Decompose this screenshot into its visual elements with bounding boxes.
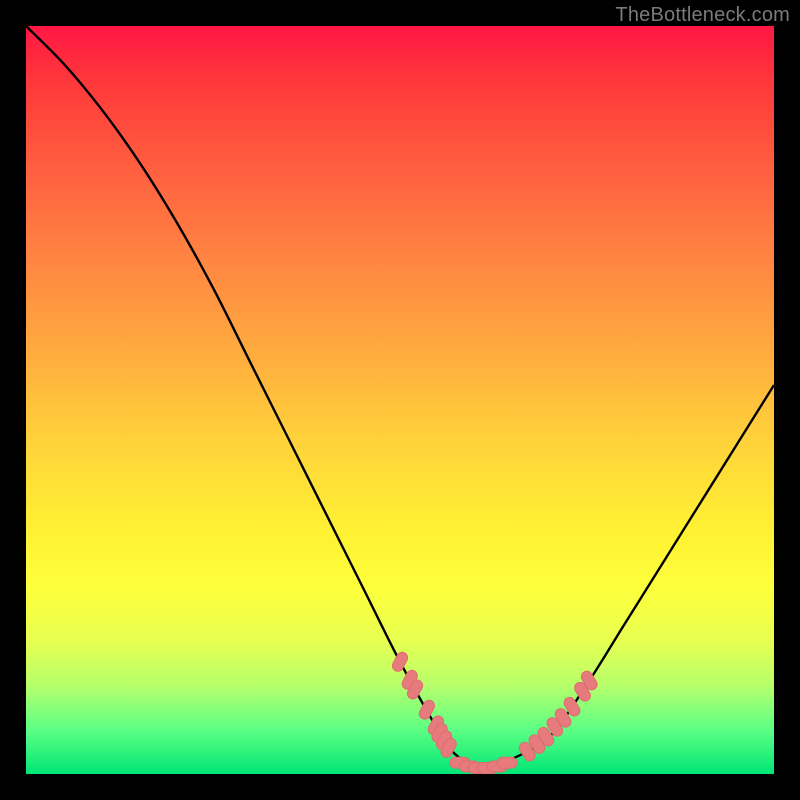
watermark-text: TheBottleneck.com — [615, 4, 790, 27]
plot-area — [26, 26, 774, 774]
chart-svg — [26, 26, 774, 774]
data-marker — [390, 650, 409, 673]
marker-group-right — [517, 669, 599, 763]
marker-group-valley — [450, 757, 517, 773]
chart-frame: TheBottleneck.com — [0, 0, 800, 800]
marker-group-left — [390, 650, 458, 759]
data-marker — [497, 757, 517, 768]
